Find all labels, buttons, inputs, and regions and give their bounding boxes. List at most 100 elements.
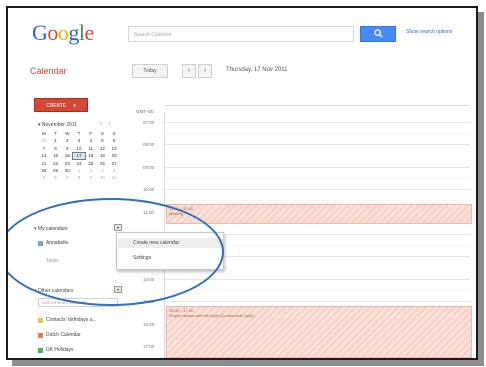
mini-calendar-day[interactable]: 6 <box>50 175 62 181</box>
time-label: 17:00 <box>143 344 155 349</box>
time-label: 07:00 <box>143 120 155 125</box>
mini-calendar-day[interactable]: 17 <box>72 152 86 161</box>
mini-calendar-day[interactable]: 11 <box>108 175 120 181</box>
calendar-color-swatch <box>38 317 43 323</box>
prev-day-button[interactable]: ‹ <box>182 64 196 78</box>
event-title: Meeting <box>169 211 184 216</box>
weekday-label: T <box>54 131 57 136</box>
create-label: CREATE <box>46 103 66 109</box>
hour-line <box>165 189 470 191</box>
mini-calendar-day[interactable]: 7 <box>61 175 73 181</box>
mini-calendar-day[interactable]: 25 <box>85 161 97 167</box>
logo-letter: G <box>32 20 48 45</box>
mini-calendar-day[interactable]: 28 <box>38 168 50 174</box>
mini-calendar-day[interactable]: 10 <box>73 146 85 152</box>
weekday-label: S <box>112 131 116 136</box>
mini-calendar-day[interactable]: 20 <box>108 153 120 159</box>
calendar-item-dutch[interactable]: Dutch Calendar <box>38 332 81 338</box>
create-button[interactable]: CREATE ▾ <box>34 98 88 112</box>
calendar-color-swatch <box>38 332 43 338</box>
google-logo[interactable]: Google <box>32 20 94 46</box>
mini-calendar-day[interactable]: 2 <box>61 138 73 144</box>
logo-letter: e <box>84 20 95 45</box>
search-button[interactable] <box>360 26 396 42</box>
magnifier-icon <box>373 29 383 38</box>
mini-calendar-day[interactable]: 4 <box>108 168 120 174</box>
mini-calendar-day[interactable]: 21 <box>38 161 50 167</box>
mini-calendar-day[interactable]: 31 <box>38 138 50 144</box>
event-title: Project review with the team (Conference… <box>169 313 254 318</box>
half-hour-line <box>165 290 470 291</box>
mini-calendar-month: ▾ November 2011 <box>38 122 77 128</box>
hour-line <box>165 278 470 280</box>
mini-calendar-day[interactable]: 8 <box>50 146 62 152</box>
app-window: Google Search Calendar Show search optio… <box>6 6 478 360</box>
mini-calendar-day[interactable]: 27 <box>108 161 120 167</box>
half-hour-line <box>165 155 470 157</box>
mini-calendar-day[interactable]: 30 <box>61 168 73 174</box>
mini-calendar-day[interactable]: 14 <box>38 153 50 159</box>
mini-calendar-day[interactable]: 6 <box>108 138 120 144</box>
hour-line <box>165 166 470 168</box>
mini-calendar-day[interactable]: 19 <box>97 153 109 159</box>
event-block[interactable]: 15:00 – 17:00 Project review with the te… <box>166 306 472 358</box>
time-label: 16:00 <box>143 321 155 327</box>
mini-calendar-day[interactable]: 12 <box>97 146 109 152</box>
half-hour-line <box>165 133 470 135</box>
mini-calendar-day[interactable]: 4 <box>85 138 97 144</box>
mini-calendar-grid: M T W T F S S 31 1 2 3 4 5 6 7 8 9 10 11 12 13 14 15 16 17 18 19 20… <box>38 131 120 181</box>
mini-next-month-icon[interactable]: › <box>109 121 111 127</box>
weekday-label: M <box>41 131 46 136</box>
mini-calendar-day[interactable]: 5 <box>38 175 50 181</box>
time-label: 09:00 <box>143 164 155 170</box>
mini-calendar-day[interactable]: 18 <box>85 153 97 159</box>
mini-calendar-day[interactable]: 2 <box>85 168 97 174</box>
half-hour-line <box>165 200 470 202</box>
logo-letter: o <box>47 20 58 45</box>
mini-prev-month-icon[interactable]: ‹ <box>100 121 102 127</box>
annotation-ellipse <box>8 198 224 306</box>
calendar-item-birthdays[interactable]: Contacts' birthdays a... <box>38 317 97 323</box>
half-hour-line <box>165 178 470 179</box>
calendar-item-label: UK Holidays <box>46 347 74 353</box>
calendar-item-label: Contacts' birthdays a... <box>46 317 97 323</box>
mini-calendar-day[interactable]: 10 <box>97 175 109 181</box>
mini-calendar-day[interactable]: 13 <box>108 146 120 152</box>
app-title: Calendar <box>30 66 67 76</box>
mini-calendar-day[interactable]: 7 <box>38 146 50 152</box>
mini-calendar-day[interactable]: 24 <box>73 161 85 167</box>
calendar-item-label: Dutch Calendar <box>46 332 81 338</box>
mini-calendar-day[interactable]: 9 <box>61 146 73 152</box>
weekday-label: W <box>65 131 70 136</box>
mini-calendar-day[interactable]: 26 <box>97 161 109 167</box>
mini-calendar-day[interactable]: 11 <box>85 146 97 152</box>
mini-calendar-day[interactable]: 1 <box>50 138 62 144</box>
event-block[interactable]: 11:00 – 12:00 Meeting <box>166 204 472 224</box>
search-options-link[interactable]: Show search options <box>406 29 452 35</box>
hour-line <box>165 122 470 123</box>
today-button[interactable]: Today <box>132 64 168 78</box>
allday-row[interactable] <box>164 105 470 106</box>
next-day-button[interactable]: › <box>198 64 212 78</box>
mini-calendar-day[interactable]: 8 <box>73 175 85 181</box>
mini-calendar-day[interactable]: 9 <box>85 175 97 181</box>
mini-calendar-day[interactable]: 3 <box>97 168 109 174</box>
timezone-label: GMT+00 <box>136 109 154 114</box>
mini-calendar-day[interactable]: 29 <box>50 168 62 174</box>
mini-calendar-day[interactable]: 15 <box>50 153 62 159</box>
mini-calendar-day[interactable]: 5 <box>97 138 109 144</box>
mini-calendar-day[interactable]: 22 <box>50 161 62 167</box>
weekday-label: F <box>89 131 93 136</box>
mini-calendar-day[interactable]: 1 <box>73 168 85 174</box>
logo-letter: o <box>57 20 69 45</box>
mini-calendar-collapse-icon[interactable]: ▾ <box>38 122 41 128</box>
hour-line <box>165 301 470 303</box>
calendar-item-uk-holidays[interactable]: UK Holidays <box>38 347 74 353</box>
mini-calendar-day[interactable]: 16 <box>61 153 73 159</box>
search-input[interactable]: Search Calendar <box>128 26 354 42</box>
mini-calendar-day[interactable]: 23 <box>61 161 73 167</box>
hour-line <box>165 144 470 146</box>
time-label: 08:00 <box>143 142 155 148</box>
mini-calendar-day[interactable]: 3 <box>73 138 85 144</box>
mini-calendar-month-label: November 2011 <box>41 122 78 128</box>
